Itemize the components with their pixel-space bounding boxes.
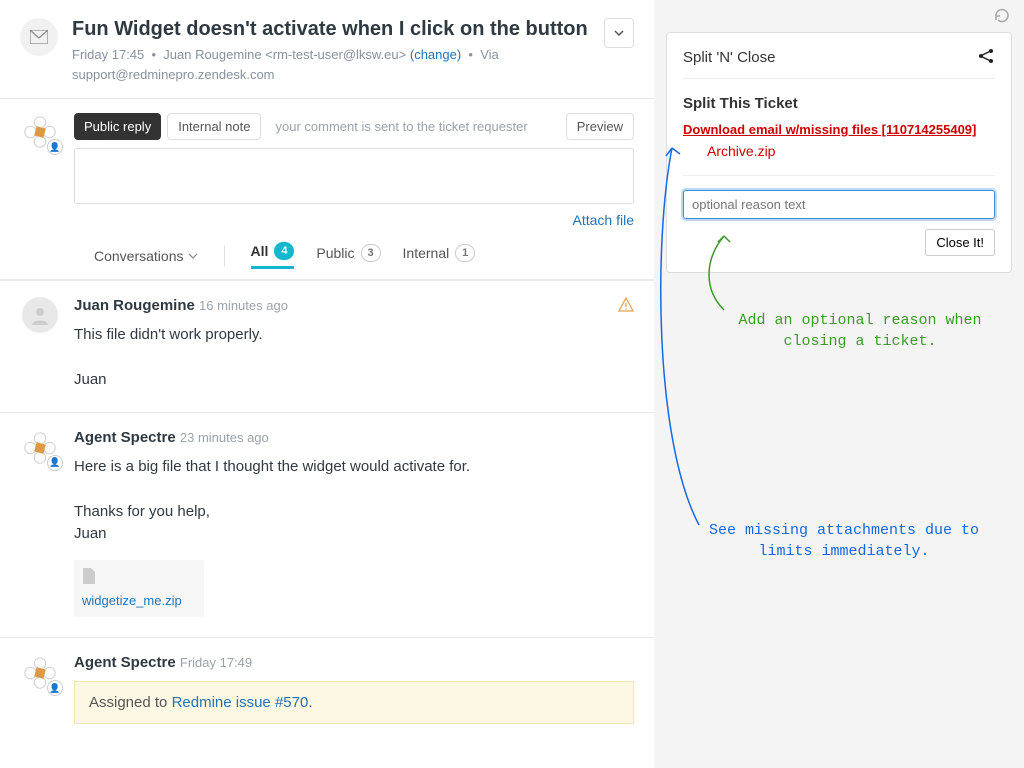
- user-avatar: [22, 297, 58, 333]
- agent-avatar: 👤: [21, 654, 59, 692]
- change-requester-link[interactable]: (change): [410, 47, 461, 62]
- refresh-icon[interactable]: [994, 8, 1010, 29]
- agent-avatar: 👤: [21, 113, 59, 151]
- person-icon: 👤: [47, 139, 63, 155]
- agent-avatar: 👤: [21, 429, 59, 467]
- share-icon[interactable]: [977, 47, 995, 68]
- preview-button[interactable]: Preview: [566, 113, 634, 140]
- assignment-notice: Assigned to Redmine issue #570.: [74, 681, 634, 724]
- person-icon: 👤: [47, 680, 63, 696]
- reason-input[interactable]: [683, 190, 995, 219]
- expand-button[interactable]: [604, 18, 634, 48]
- filter-internal[interactable]: Internal 1: [403, 244, 476, 268]
- close-it-button[interactable]: Close It!: [925, 229, 995, 256]
- envelope-icon: [30, 30, 48, 44]
- annotation-attachments: See missing attachments due to limits im…: [694, 520, 994, 562]
- issue-link[interactable]: Redmine issue #570: [172, 694, 309, 711]
- mail-avatar: [20, 18, 58, 56]
- person-icon: [30, 305, 50, 325]
- message-body: This file didn't work properly. Juan: [74, 324, 634, 392]
- annotation-reason: Add an optional reason when closing a ti…: [730, 310, 990, 352]
- message-header: Agent Spectre Friday 17:49: [74, 654, 634, 671]
- public-count-badge: 3: [361, 244, 381, 262]
- filter-all[interactable]: All 4: [251, 242, 295, 269]
- ticket-title: Fun Widget doesn't activate when I click…: [72, 18, 590, 41]
- file-icon: [82, 568, 196, 589]
- tab-internal-note[interactable]: Internal note: [167, 113, 261, 140]
- section-title: Split This Ticket: [683, 95, 995, 112]
- internal-count-badge: 1: [455, 244, 475, 262]
- ticket-meta: Friday 17:45 • Juan Rougemine <rm-test-u…: [72, 45, 590, 84]
- conversations-dropdown[interactable]: Conversations: [94, 248, 198, 264]
- attach-file-link[interactable]: Attach file: [573, 212, 634, 228]
- chevron-down-icon: [614, 30, 624, 36]
- download-missing-link[interactable]: Download email w/missing files [11071425…: [683, 122, 995, 137]
- all-count-badge: 4: [274, 242, 294, 260]
- tab-public-reply[interactable]: Public reply: [74, 113, 161, 140]
- message-body: Here is a big file that I thought the wi…: [74, 456, 634, 546]
- split-n-close-panel: Split 'N' Close Split This Ticket Downlo…: [666, 32, 1012, 273]
- archive-name: Archive.zip: [707, 143, 995, 159]
- person-icon: 👤: [47, 455, 63, 471]
- attachment-name: widgetize_me.zip: [82, 593, 196, 610]
- reply-editor[interactable]: [74, 148, 634, 204]
- reply-hint: your comment is sent to the ticket reque…: [275, 119, 527, 134]
- chevron-down-icon: [188, 253, 198, 259]
- app-title: Split 'N' Close: [683, 49, 775, 66]
- message-header: Agent Spectre 23 minutes ago: [74, 429, 634, 446]
- attachment-chip[interactable]: widgetize_me.zip: [74, 560, 204, 618]
- warning-icon: [618, 297, 634, 316]
- message-header: Juan Rougemine 16 minutes ago: [74, 297, 634, 314]
- filter-public[interactable]: Public 3: [316, 244, 380, 268]
